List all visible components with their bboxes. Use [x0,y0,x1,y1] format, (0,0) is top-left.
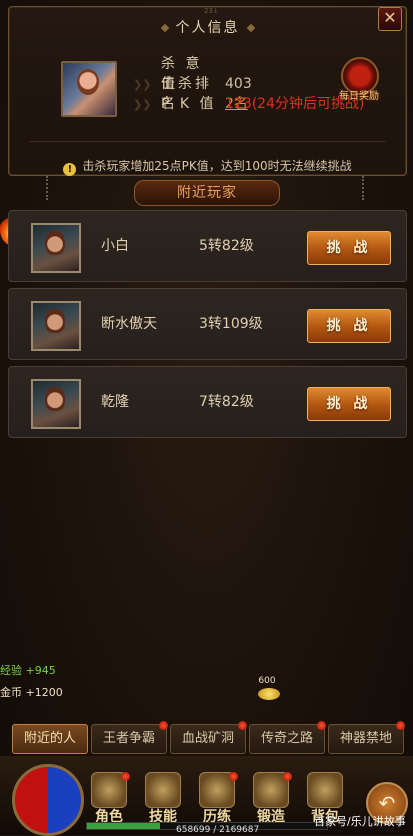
chain-right-icon [362,176,372,200]
panel-title: 个人信息 [9,17,406,37]
notification-dot-icon [121,772,130,781]
pk-value-label: P K 值 [161,96,217,112]
notification-dot-icon [229,772,238,781]
player-level: 5转82级 [199,238,254,254]
menu-training[interactable]: 历练 [194,772,240,825]
tab-label: 神器禁地 [339,731,392,746]
pk-notice-text: 击杀玩家增加25点PK值，达到100时无法继续挑战 [82,159,352,173]
activity-tab-bar: 附近的人 王者争霸 血战矿洞 传奇之路 神器禁地 [12,721,405,754]
challenge-button[interactable]: 挑 战 [307,387,391,421]
player-avatar [31,223,81,273]
tab-label: 附近的人 [23,731,76,746]
player-level: 3转109级 [199,316,263,332]
player-avatar [31,379,81,429]
hp-mp-orb [12,764,84,836]
warning-icon: ! [63,163,77,176]
chain-left-icon [46,176,56,200]
player-card: 断水傲天 3转109级 挑 战 [8,288,407,360]
challenge-button[interactable]: 挑 战 [307,231,391,265]
daily-reward-button[interactable]: 每日奖励 [333,55,385,103]
personal-info-panel: 23↓ 个人信息 ✕ ❯❯杀 意 值 403 ❯❯击杀排名 2名 ❯❯ P K 值 12… [8,6,407,176]
notification-dot-icon [396,721,405,730]
player-name: 乾隆 [101,394,129,410]
notification-dot-icon [283,772,292,781]
player-level: 7转82级 [199,394,254,410]
close-button[interactable]: ✕ [378,7,402,31]
player-name: 小白 [101,238,129,254]
tab-nearby[interactable]: 附近的人 [12,724,88,754]
panel-divider [29,141,386,142]
watermark-text: 百家号/乐儿讲故事 [314,815,406,828]
menu-skills[interactable]: 技能 [140,772,186,825]
player-avatar [61,61,117,117]
notification-dot-icon [238,721,247,730]
exp-gain-text: 经验 +945 [0,664,56,677]
panel-tiny-number: 23↓ [204,7,219,15]
tab-artifact-zone[interactable]: 神器禁地 [328,721,405,754]
tab-label: 传奇之路 [260,731,313,746]
exp-bar-fill [87,823,160,829]
player-name: 断水傲天 [101,316,157,332]
notification-dot-icon [317,721,326,730]
arrow-icon: ❯❯ [133,98,152,111]
daily-reward-label: 每日奖励 [339,91,379,102]
player-card: 乾隆 7转82级 挑 战 [8,366,407,438]
player-avatar [31,301,81,351]
tab-blood-mine[interactable]: 血战矿洞 [170,721,247,754]
menu-forge[interactable]: 锻造 [248,772,294,825]
skill-book-icon [145,772,181,808]
exp-text: 658699 / 2169687 [176,825,260,835]
gold-drop-amount: 600 [258,676,276,686]
pk-notice: ! 击杀玩家增加25点PK值，达到100时无法继续挑战 [9,157,406,176]
panel-title-text: 个人信息 [175,20,240,36]
tab-label: 王者争霸 [102,731,155,746]
menu-character[interactable]: 角色 [86,772,132,825]
nearby-players-title: 附近玩家 [134,180,280,206]
player-card: 小白 5转82级 挑 战 [8,210,407,282]
gold-coin-icon[interactable] [258,688,280,700]
notification-dot-icon [159,721,168,730]
tab-label: 血战矿洞 [181,731,234,746]
gold-gain-text: 金币 +1200 [0,686,63,699]
challenge-button[interactable]: 挑 战 [307,309,391,343]
tab-king-battle[interactable]: 王者争霸 [91,721,168,754]
pk-value-row: ❯❯ P K 值 123(24分钟后可挑战) [133,93,364,113]
bag-icon [307,772,343,808]
tab-legend-road[interactable]: 传奇之路 [249,721,326,754]
